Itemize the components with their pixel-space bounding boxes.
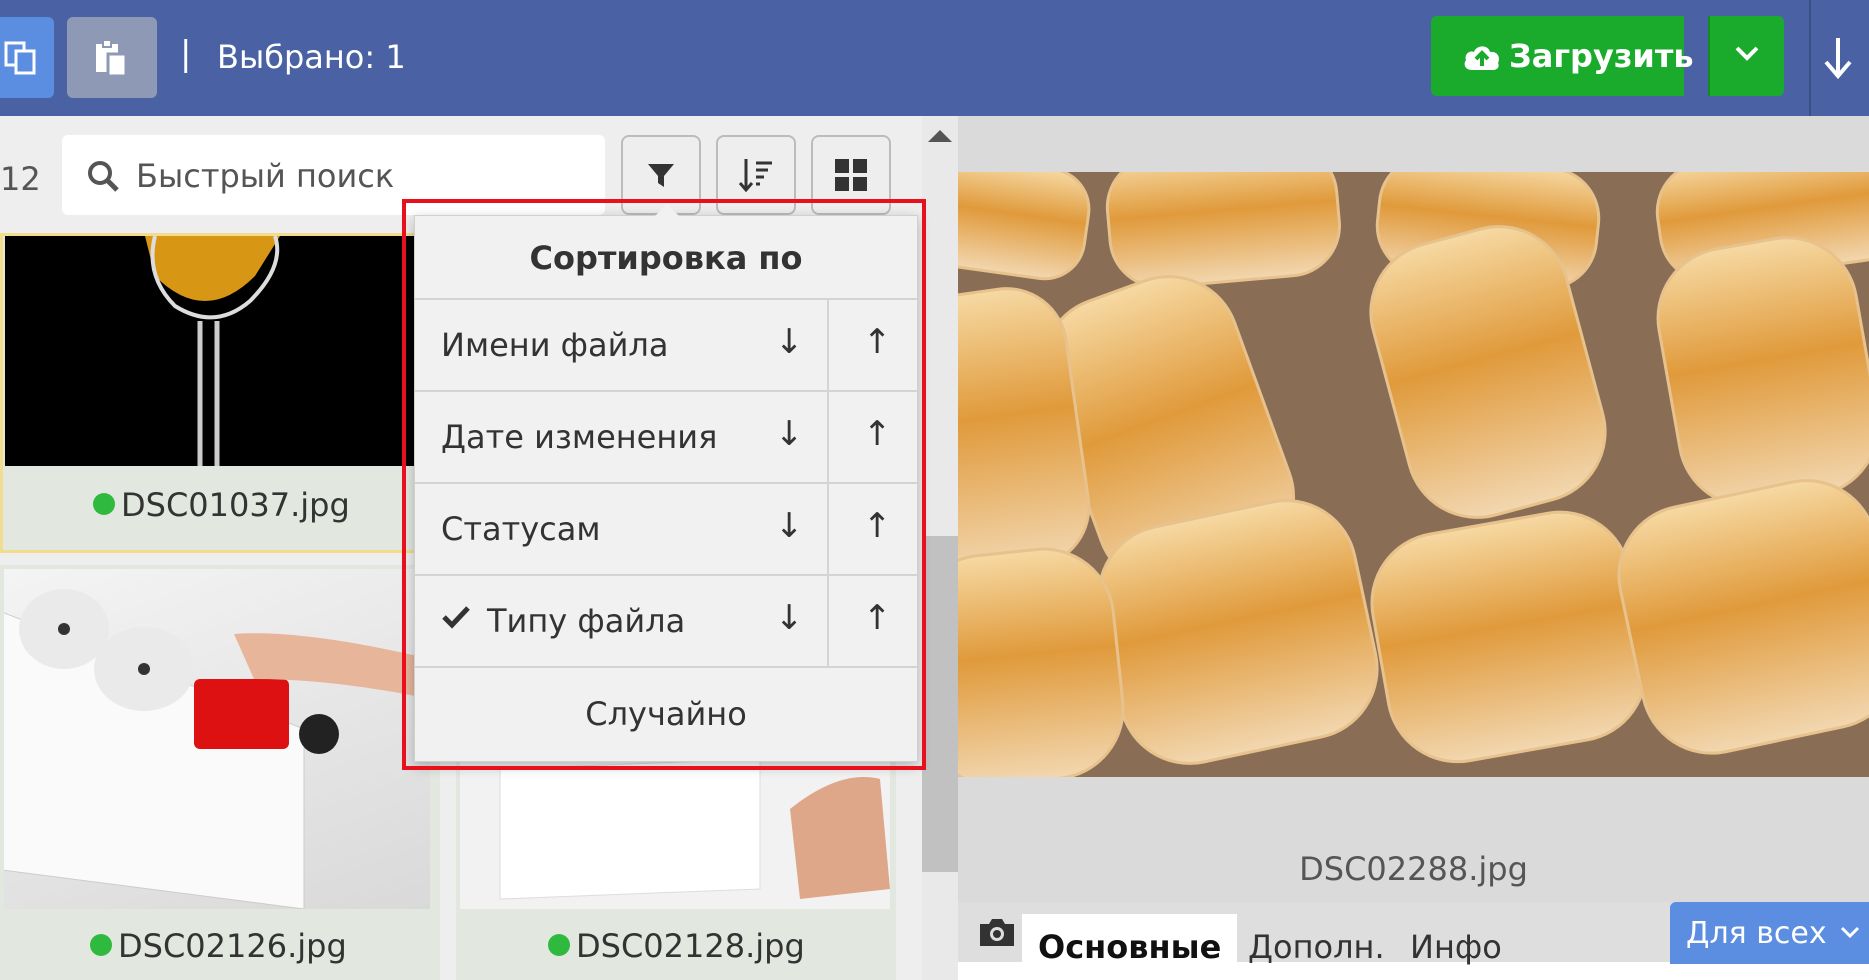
for-all-label: Для всех bbox=[1686, 916, 1827, 951]
sort-ascending-button[interactable]: ↑ bbox=[863, 322, 892, 362]
chevron-down-icon bbox=[1840, 926, 1860, 939]
search-icon bbox=[88, 161, 119, 192]
sort-option-label: Типу файла bbox=[487, 602, 686, 640]
sort-ascending-button[interactable]: ↑ bbox=[863, 506, 892, 546]
preview-image bbox=[958, 172, 1869, 777]
status-dot bbox=[90, 934, 112, 956]
copy-icon bbox=[4, 41, 36, 74]
tab-additional[interactable]: Дополн. bbox=[1248, 914, 1385, 980]
status-dot bbox=[548, 934, 570, 956]
sort-option-status[interactable]: Статусам ↓ ↑ bbox=[415, 484, 917, 576]
scroll-up-arrow[interactable] bbox=[928, 130, 952, 142]
sort-option-label: Дате изменения bbox=[441, 418, 718, 456]
thumbnail-filename: DSC01037.jpg bbox=[93, 486, 350, 524]
sort-option-file-type[interactable]: Типу файла ↓ ↑ bbox=[415, 576, 917, 668]
grid-view-icon bbox=[835, 159, 867, 191]
sort-descending-button[interactable]: ↓ bbox=[775, 506, 804, 546]
quick-search[interactable] bbox=[62, 135, 605, 215]
upload-label: Загрузить bbox=[1509, 37, 1694, 75]
grid-view-button[interactable] bbox=[811, 135, 891, 215]
camera-icon[interactable] bbox=[978, 916, 1016, 948]
sort-option-modified-date[interactable]: Дате изменения ↓ ↑ bbox=[415, 392, 917, 484]
divider bbox=[827, 392, 829, 484]
sort-descending-button[interactable]: ↓ bbox=[775, 414, 804, 454]
filter-icon bbox=[648, 164, 674, 187]
divider bbox=[827, 484, 829, 576]
filter-button[interactable] bbox=[621, 135, 701, 215]
sort-icon bbox=[738, 159, 772, 193]
sort-ascending-button[interactable]: ↑ bbox=[863, 414, 892, 454]
toolbar-separator: | bbox=[180, 34, 192, 74]
upload-options-button[interactable] bbox=[1708, 16, 1784, 96]
sort-menu: Сортировка по Имени файла ↓ ↑ Дате измен… bbox=[414, 204, 918, 762]
library-scrollbar[interactable] bbox=[922, 116, 958, 980]
sort-random-button[interactable]: Случайно bbox=[415, 668, 917, 761]
for-all-button[interactable]: Для всех bbox=[1670, 902, 1869, 964]
toolbar-divider bbox=[1809, 0, 1811, 116]
sort-menu-caret bbox=[655, 204, 679, 216]
upload-button[interactable]: Загрузить bbox=[1431, 16, 1694, 96]
sort-option-label: Статусам bbox=[441, 510, 601, 548]
scrollbar-thumb[interactable] bbox=[922, 536, 958, 872]
copy-button[interactable] bbox=[0, 17, 54, 98]
divider bbox=[827, 576, 829, 668]
sort-button[interactable] bbox=[716, 135, 796, 215]
sort-descending-button[interactable]: ↓ bbox=[775, 598, 804, 638]
chevron-down-icon bbox=[1735, 46, 1759, 61]
divider bbox=[827, 300, 829, 392]
search-input[interactable] bbox=[134, 153, 578, 199]
thumbnail-image bbox=[4, 569, 430, 909]
file-count: 12 bbox=[0, 160, 41, 198]
preview-filename: DSC02288.jpg bbox=[1299, 850, 1528, 888]
sort-option-filename[interactable]: Имени файла ↓ ↑ bbox=[415, 300, 917, 392]
cloud-upload-icon bbox=[1464, 46, 1500, 70]
top-toolbar: | Выбрано: 1 Загрузить bbox=[0, 0, 1869, 116]
checkmark-icon bbox=[442, 606, 470, 629]
tab-info[interactable]: Инфо bbox=[1410, 914, 1502, 980]
sort-descending-button[interactable]: ↓ bbox=[775, 322, 804, 362]
selected-count: Выбрано: 1 bbox=[217, 38, 406, 76]
paste-icon bbox=[96, 38, 128, 77]
sort-option-label: Имени файла bbox=[441, 326, 669, 364]
status-dot bbox=[93, 493, 115, 515]
sort-ascending-button[interactable]: ↑ bbox=[863, 598, 892, 638]
download-arrow-icon[interactable] bbox=[1820, 36, 1856, 80]
tab-basic[interactable]: Основные bbox=[1022, 914, 1238, 980]
thumbnail-item[interactable]: DSC02126.jpg bbox=[0, 565, 440, 980]
thumbnail-item[interactable]: DSC01037.jpg bbox=[0, 233, 420, 553]
thumbnail-filename: DSC02128.jpg bbox=[548, 927, 805, 965]
thumbnail-filename: DSC02126.jpg bbox=[90, 927, 347, 965]
metadata-tabs: Основные Дополн. Инфо Для всех bbox=[958, 902, 1869, 980]
thumbnail-image bbox=[5, 236, 417, 466]
paste-button[interactable] bbox=[67, 17, 157, 98]
sort-menu-title: Сортировка по bbox=[415, 216, 917, 300]
